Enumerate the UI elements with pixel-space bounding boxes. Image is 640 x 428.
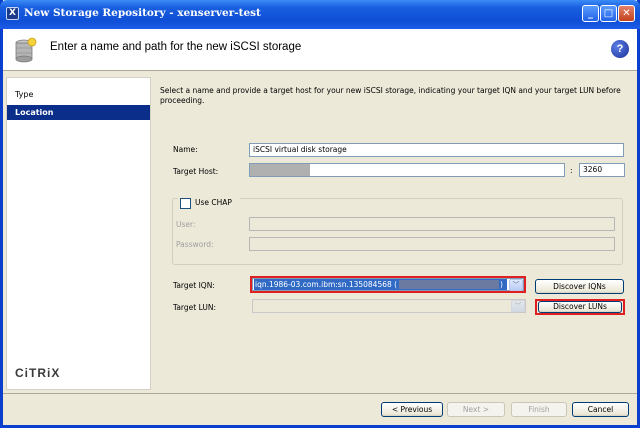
chap-password-field[interactable] [249, 237, 615, 251]
help-icon[interactable]: ? [611, 40, 629, 58]
chap-password-label: Password: [176, 240, 214, 249]
page-title: Enter a name and path for the new iSCSI … [50, 41, 302, 53]
iqn-dropdown-arrow-icon[interactable]: ﹀ [509, 279, 523, 291]
name-label: Name: [173, 145, 198, 154]
storage-icon [15, 37, 37, 63]
target-iqn-label: Target IQN: [173, 281, 215, 290]
use-chap-checkbox[interactable] [180, 198, 191, 209]
target-host-field[interactable] [249, 163, 565, 177]
wizard-step-list: Type Location CiTRiX [6, 77, 151, 390]
next-button[interactable]: Next > [447, 402, 505, 417]
finish-button[interactable]: Finish [511, 402, 567, 417]
minimize-button[interactable]: _ [582, 5, 599, 22]
title-bar[interactable]: X New Storage Repository - xenserver-tes… [0, 0, 640, 29]
wizard-window: X New Storage Repository - xenserver-tes… [0, 0, 640, 428]
close-button[interactable]: ✕ [618, 5, 635, 22]
target-iqn-redacted [399, 280, 499, 289]
step-location[interactable]: Location [7, 105, 150, 120]
port-field[interactable]: 3260 [579, 163, 625, 177]
chap-user-label: User: [176, 220, 196, 229]
previous-button[interactable]: < Previous [381, 402, 443, 417]
use-chap-label: Use CHAP [195, 198, 232, 207]
name-field[interactable]: iSCSI virtual disk storage [249, 143, 624, 157]
chap-user-field[interactable] [249, 217, 615, 231]
target-iqn-text: iqn.1986-03.com.ibm:sn.135084568 ( [255, 280, 398, 289]
target-iqn-value: iqn.1986-03.com.ibm:sn.135084568 ( ) [254, 279, 507, 290]
target-iqn-dropdown[interactable]: iqn.1986-03.com.ibm:sn.135084568 ( ) ﹀ [252, 278, 524, 291]
wizard-footer: < Previous Next > Finish Cancel [3, 394, 637, 428]
citrix-logo: CiTRiX [15, 366, 61, 380]
target-host-redacted [250, 164, 310, 176]
discover-luns-button[interactable]: Discover LUNs [538, 301, 622, 313]
cancel-button[interactable]: Cancel [572, 402, 629, 417]
step-type[interactable]: Type [7, 87, 150, 102]
target-host-label: Target Host: [173, 167, 219, 176]
target-lun-dropdown[interactable]: ﹀ [252, 299, 526, 313]
maximize-button[interactable]: □ [600, 5, 617, 22]
target-iqn-text-end: ) [500, 280, 503, 289]
lun-dropdown-arrow-icon[interactable]: ﹀ [511, 300, 525, 312]
instructions-text: Select a name and provide a target host … [160, 86, 621, 105]
port-separator: : [570, 166, 573, 175]
discover-iqns-button[interactable]: Discover IQNs [535, 279, 624, 294]
xenserver-app-icon: X [6, 7, 19, 20]
window-title: New Storage Repository - xenserver-test [24, 7, 261, 19]
target-lun-label: Target LUN: [173, 303, 217, 312]
chap-header: Use CHAP [178, 197, 240, 210]
wizard-header: Enter a name and path for the new iSCSI … [3, 29, 637, 71]
location-page: Select a name and provide a target host … [154, 77, 637, 390]
